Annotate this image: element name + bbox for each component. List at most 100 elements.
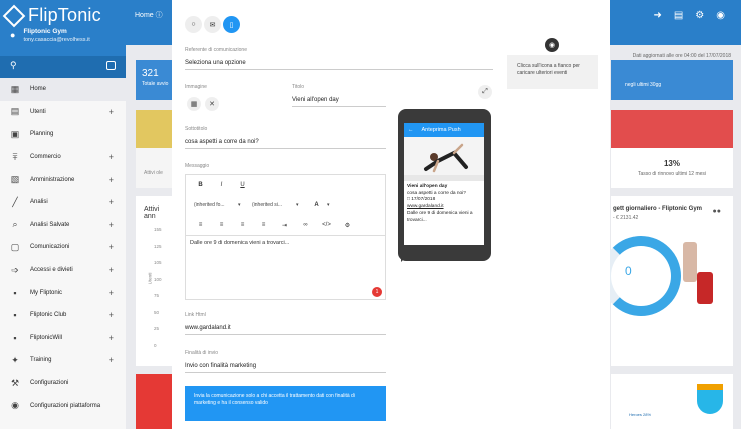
expand-icon[interactable]: ⤢ [478,85,492,99]
sidebar-item-analisi-salvate[interactable]: ⌕ Analisi Salvate + [0,214,126,237]
consent-info-box: Invia la comunicazione solo a chi accett… [185,386,386,421]
sidebar-item-label: Home [30,86,47,93]
text-color-button[interactable]: A [306,202,327,208]
chat-icon[interactable]: ○ [185,16,202,33]
expand-plus-icon[interactable]: + [109,107,114,117]
align-left-icon[interactable]: ≡ [190,222,211,228]
mail-icon[interactable]: ✉ [204,16,221,33]
sidebar-item-my-fliptonic[interactable]: ▪ My Fliptonic + [0,281,126,304]
sidebar-item-configurazioni[interactable]: ⚒ Configurazioni [0,372,126,395]
y-ticks: 155 125 105 100 75 50 25 0 [154,222,162,354]
expand-plus-icon[interactable]: + [109,197,114,207]
expand-plus-icon[interactable]: + [109,310,114,320]
chart-title: Attivi ann [144,206,160,220]
chevron-down-icon[interactable]: ▾ [238,202,248,208]
user-email: tony.casaccia@revolhess.it [23,37,90,43]
align-right-icon[interactable]: ≡ [232,222,253,228]
load-events-icon[interactable]: ◉ [545,38,559,52]
avatar[interactable]: ◉ [716,10,725,21]
sidebar-item-accessi-e-divieti[interactable]: ➩ Accessi e divieti + [0,259,126,282]
wrench-icon: ⚒ [10,377,20,388]
indent-icon[interactable]: ⇥ [274,222,295,229]
link-input[interactable]: www.gardaland.it [185,325,386,335]
expand-plus-icon[interactable]: + [109,175,114,185]
sidebar-item-label: Utenti [30,108,46,115]
sidebar-item-label: Comunicazioni [30,244,70,251]
titolo-input[interactable]: Vieni all'open day [292,97,386,107]
expand-plus-icon[interactable]: + [109,152,114,162]
card-icon[interactable] [106,61,116,70]
italic-button[interactable]: I [211,182,232,188]
editor-toolbar-1: B I U [186,175,385,195]
preview-message: Dalle ore 9 di domenica vieni a trovarci… [407,210,473,223]
saved-search-icon: ⌕ [12,219,18,230]
sidebar-item-configurazioni-piattaforma[interactable]: ◉ Configurazioni piattaforma [0,394,126,417]
globe-icon: ◉ [11,400,19,411]
referente-label: Referente di comunicazione [185,47,247,53]
load-events-hint: Clicca sull'icona a fianco per caricare … [507,55,598,89]
y-tick-label: 155 [154,227,162,232]
link-icon[interactable]: ∞ [295,222,316,228]
brand-badge-icon [697,384,723,414]
bottom-right-card: Heroes 28% [611,374,733,429]
settings-icon[interactable]: ⚙ [337,222,358,229]
gallery-icon[interactable]: ▦ [187,97,201,111]
user-info[interactable]: ● Fliptonic Gym tony.casaccia@revolhess.… [10,28,90,43]
box-icon: ▪ [13,310,17,321]
chevron-down-icon[interactable]: ▾ [296,202,306,208]
sleeve-illustration [697,272,713,304]
close-icon[interactable]: ✕ [205,97,219,111]
people-icon[interactable]: ●● [713,208,721,215]
sottotitolo-input[interactable]: cosa aspetti a corre da noi? [185,139,386,149]
code-icon[interactable]: </> [316,222,337,228]
preview-image [404,137,484,181]
expand-plus-icon[interactable]: + [109,265,114,275]
card-icon[interactable]: ▤ [674,10,683,21]
sidebar-item-planning[interactable]: ▣ Planning [0,123,126,146]
search-icon[interactable]: ⚲ [10,60,17,71]
preview-link[interactable]: www.gardaland.it [407,204,481,211]
phone-icon[interactable]: ▯ [223,16,240,33]
sidebar-item-home[interactable]: ▦ Home [0,78,126,101]
sidebar-item-label: Fliptonic Club [30,312,67,319]
renewal-card: 13% Tasso di rinnovo ultimi 12 mesi [611,110,733,188]
login-icon[interactable]: ➜ [653,10,661,21]
underline-button[interactable]: U [232,182,253,188]
finalita-select[interactable]: Invio con finalità marketing [185,363,386,373]
chevron-down-icon[interactable]: ▾ [327,202,337,208]
font-size-select[interactable]: (inherited si... [248,202,296,208]
sidebar-item-fliptonic-club[interactable]: ▪ Fliptonic Club + [0,304,126,327]
breadcrumb[interactable]: Home ⓘ [135,10,163,20]
breadcrumb-home[interactable]: Home [135,12,154,19]
expand-plus-icon[interactable]: + [109,288,114,298]
sidebar-item-commercio[interactable]: ⩱ Commercio + [0,146,126,169]
sidebar-item-utenti[interactable]: ▤ Utenti + [0,101,126,124]
red-card [136,374,172,429]
message-textarea[interactable]: Dalle ore 9 di domenica vieni a trovarci… [186,235,385,319]
user-name: Fliptonic Gym [23,28,67,35]
align-center-icon[interactable]: ≡ [211,222,232,228]
expand-plus-icon[interactable]: + [109,355,114,365]
sidebar-item-label: Configurazioni piattaforma [30,402,101,409]
back-arrow-icon[interactable]: ← [408,127,414,133]
expand-plus-icon[interactable]: + [109,333,114,343]
right-stat-card[interactable]: negli ultimi 30gg [611,60,733,100]
sidebar-item-amministrazione[interactable]: ▧ Amministrazione + [0,168,126,191]
sidebar-item-label: Training [30,357,52,364]
bold-button[interactable]: B [190,182,211,188]
sidebar-item-training[interactable]: ✦ Training + [0,349,126,372]
expand-plus-icon[interactable]: + [109,220,114,230]
sidebar-menu: ▦ Home ▤ Utenti + ▣ Planning ⩱ Commercio + ▧ Ammini… [0,78,126,417]
app-logo[interactable]: FlipTonic [2,4,101,27]
referente-select[interactable]: Seleziona una opzione [185,60,493,70]
font-family-select[interactable]: (inherited fo... [190,202,238,208]
expand-plus-icon[interactable]: + [109,242,114,252]
update-notice: Dati aggiornati alle ore 04:00 del 17/07… [632,53,731,59]
sidebar-item-comunicazioni[interactable]: ▢ Comunicazioni + [0,236,126,259]
info-icon[interactable]: ⓘ [156,12,163,19]
gauge [601,236,681,316]
gear-icon[interactable]: ⚙ [695,10,704,21]
sidebar-item-analisi[interactable]: ╱ Analisi + [0,191,126,214]
align-justify-icon[interactable]: ≡ [253,222,274,228]
sidebar-item-fliptonicwill[interactable]: ▪ FliptonicWill + [0,327,126,350]
